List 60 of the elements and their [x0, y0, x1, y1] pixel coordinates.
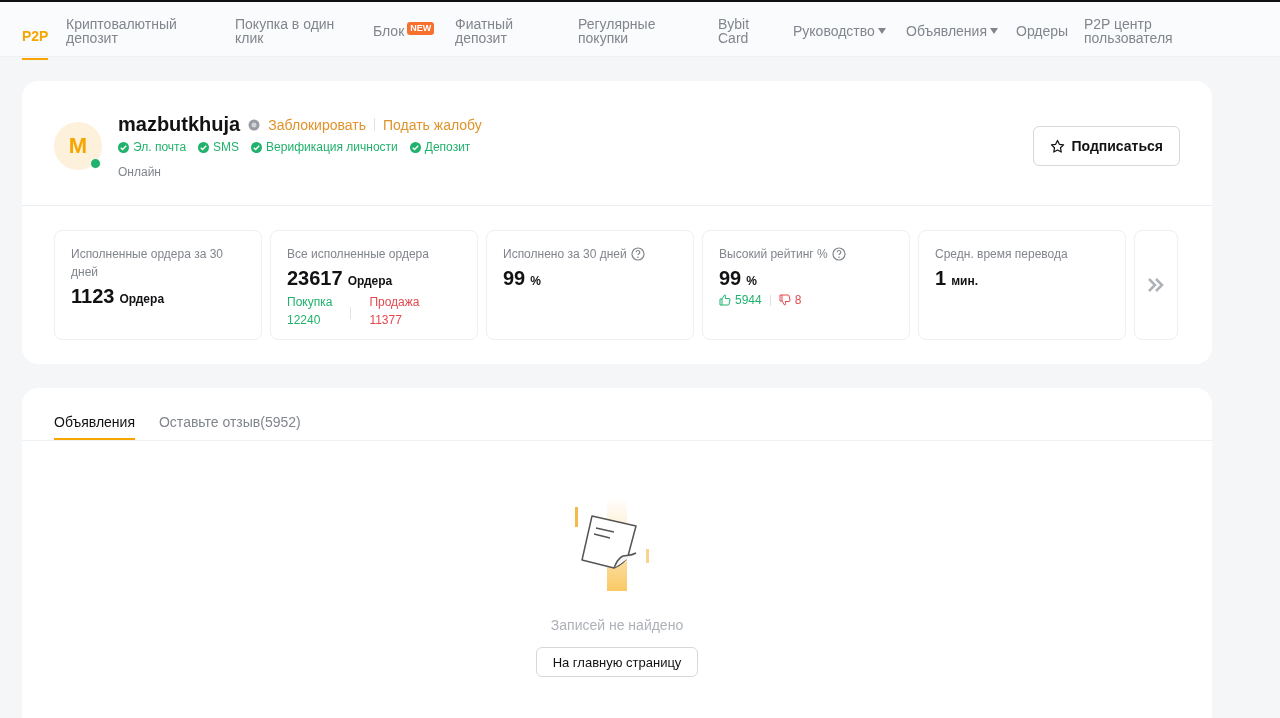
nav-link[interactable]: Блок — [373, 24, 405, 38]
buy-count: 12240 — [287, 312, 322, 329]
nav-link[interactable]: Объявления — [906, 24, 987, 38]
thumbs-down-icon — [778, 294, 791, 306]
stat-unit: % — [530, 274, 541, 288]
nav-link[interactable]: Регулярные покупки — [578, 17, 678, 45]
sell-label: Продажа — [369, 294, 420, 311]
stat-value: 23617 — [287, 267, 343, 290]
double-chevron-icon — [1147, 277, 1165, 293]
stat-title: Все исполненные ордера — [287, 246, 429, 263]
tab[interactable]: Оставьте отзыв(5952) — [159, 414, 301, 440]
verification-label: Эл. почта — [133, 140, 187, 154]
buy-label: Покупка — [287, 294, 333, 311]
new-badge: NEW — [407, 21, 435, 35]
help-icon[interactable] — [630, 247, 645, 261]
stat-title: Исполнено за 30 дней — [503, 246, 627, 263]
online-status: Онлайн — [118, 165, 162, 179]
stat-value: 1 — [935, 267, 947, 290]
stat-value: 1123 — [71, 285, 115, 308]
verification-label: Верификация личности — [266, 140, 398, 154]
nav-link[interactable]: Фиатный депозит — [455, 17, 555, 45]
nav-link[interactable]: Руководство — [793, 24, 875, 38]
dislikes-count: 8 — [794, 293, 802, 307]
star-icon — [1050, 138, 1066, 154]
nav-link[interactable]: P2P центр пользователя — [1084, 17, 1184, 45]
check-icon — [409, 141, 421, 153]
empty-message: Записей не найдено — [550, 617, 684, 633]
stat-title: Средн. время перевода — [935, 246, 1068, 263]
help-icon[interactable] — [831, 247, 846, 261]
verification-label: SMS — [213, 140, 240, 154]
caret-icon — [990, 28, 998, 34]
tab[interactable]: Объявления — [54, 414, 135, 440]
avatar-letter: M — [68, 133, 88, 159]
stat-unit: Ордера — [347, 274, 393, 288]
block-link[interactable]: Заблокировать — [268, 116, 366, 133]
nav-link[interactable]: Bybit Card — [718, 17, 781, 45]
stat-unit: мин. — [951, 274, 978, 288]
thumbs-up-icon — [719, 294, 731, 306]
stat-title: Исполненные ордера за 30 дней — [71, 246, 224, 281]
stat-unit: Ордера — [119, 292, 165, 306]
nav-link[interactable]: Ордеры — [1016, 24, 1069, 38]
check-icon — [118, 141, 129, 153]
username: mazbutkhuja — [118, 113, 241, 136]
stat-title: Высокий рейтинг % — [719, 246, 828, 263]
check-icon — [251, 141, 263, 153]
caret-icon — [877, 28, 886, 34]
sell-count: 11377 — [369, 312, 403, 329]
badge-icon — [248, 118, 261, 131]
report-link[interactable]: Подать жалобу — [383, 116, 482, 133]
check-icon — [198, 141, 210, 153]
likes-count: 5944 — [735, 293, 762, 307]
stat-unit: % — [746, 274, 757, 288]
stat-value: 99 — [503, 267, 526, 290]
verification-label: Депозит — [424, 140, 471, 154]
subscribe-button[interactable]: Подписаться — [1033, 126, 1180, 166]
home-page-button[interactable]: На главную страницу — [535, 647, 699, 677]
nav-link[interactable]: Криптовалютный депозит — [66, 17, 177, 45]
nav-link[interactable]: Покупка в один клик — [235, 17, 335, 45]
nav-link[interactable]: P2P — [22, 23, 49, 60]
stat-value: 99 — [719, 267, 742, 290]
